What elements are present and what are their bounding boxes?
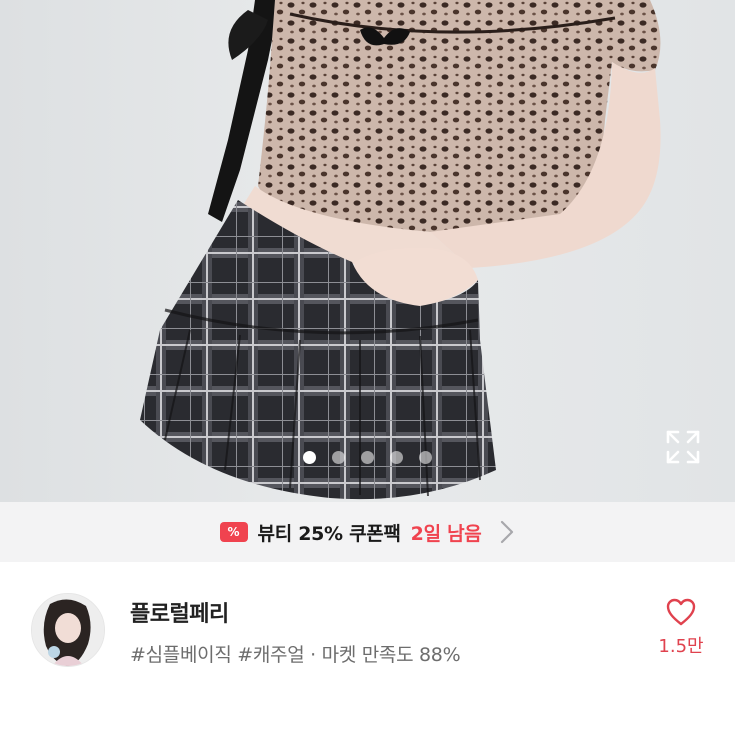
coupon-remaining: 2일 남음 — [410, 522, 482, 545]
pagination-dot-active[interactable] — [303, 451, 316, 464]
like-count: 1.5만 — [658, 636, 704, 657]
coupon-percent-icon: % — [219, 522, 248, 542]
pagination-dot[interactable] — [419, 451, 432, 464]
heart-outline-icon — [666, 598, 696, 626]
shop-tags: #심플베이직 #캐주얼 · 마켓 만족도 88% — [130, 644, 461, 666]
shop-info-row[interactable]: 플로럴페리 #심플베이직 #캐주얼 · 마켓 만족도 88% 1.5만 — [0, 562, 735, 735]
shop-avatar[interactable] — [31, 593, 105, 667]
pagination-dot[interactable] — [390, 451, 403, 464]
expand-icon[interactable] — [664, 428, 702, 466]
shop-name[interactable]: 플로럴페리 — [130, 596, 229, 628]
avatar-image — [32, 594, 104, 666]
gallery-pagination — [0, 451, 735, 467]
pagination-dot[interactable] — [361, 451, 374, 464]
chevron-right-icon — [501, 520, 514, 544]
product-photo-illustration — [140, 0, 661, 500]
coupon-banner[interactable]: % 뷰티 25% 쿠폰팩 2일 남음 — [0, 502, 735, 562]
coupon-label: 뷰티 25% 쿠폰팩 — [257, 522, 401, 545]
like-button[interactable]: 1.5만 — [650, 598, 712, 668]
pagination-dot[interactable] — [332, 451, 345, 464]
product-image[interactable] — [0, 0, 735, 502]
